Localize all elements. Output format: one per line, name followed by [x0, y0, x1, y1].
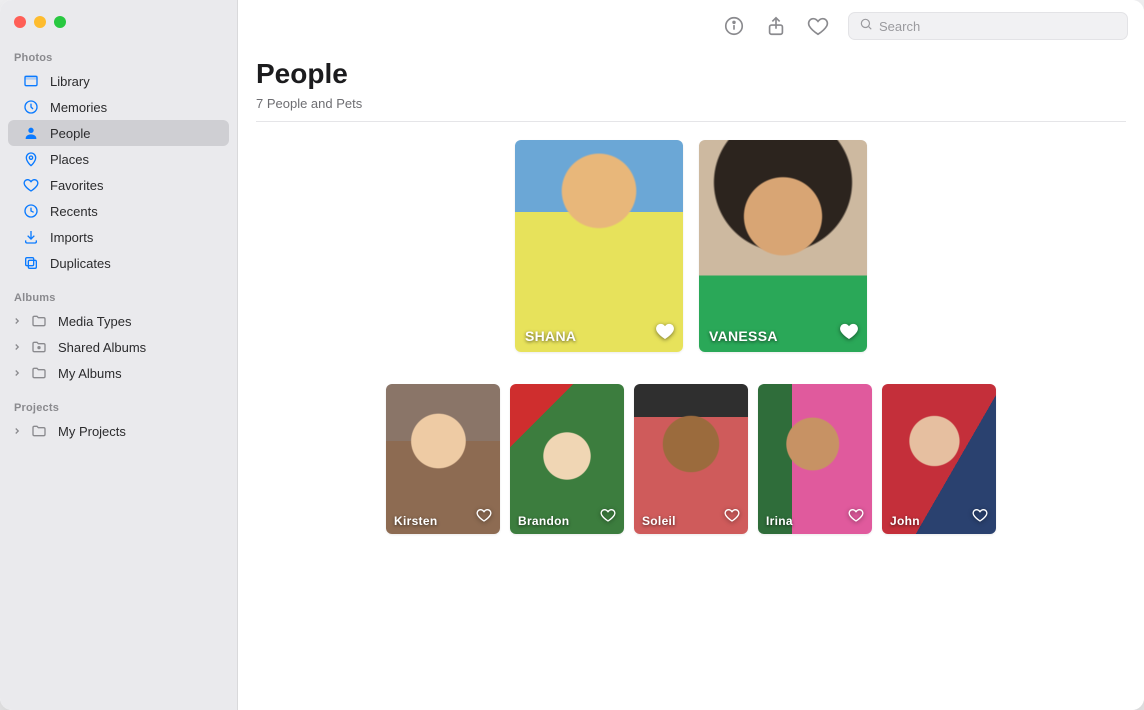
content-area: People 7 People and Pets SHANA VANESSA — [238, 52, 1144, 710]
sidebar-item-recents[interactable]: Recents — [8, 198, 229, 224]
person-card[interactable]: Brandon — [510, 384, 624, 534]
sidebar-item-label: Duplicates — [50, 256, 111, 271]
sidebar-item-duplicates[interactable]: Duplicates — [8, 250, 229, 276]
duplicates-icon — [22, 255, 40, 271]
person-card[interactable]: SHANA — [515, 140, 683, 352]
sidebar-item-imports[interactable]: Imports — [8, 224, 229, 250]
favorite-toggle[interactable] — [848, 507, 864, 528]
chevron-right-icon[interactable] — [12, 424, 22, 439]
favorite-toggle[interactable] — [724, 507, 740, 528]
person-card[interactable]: VANESSA — [699, 140, 867, 352]
person-card[interactable]: Soleil — [634, 384, 748, 534]
sidebar-item-memories[interactable]: Memories — [8, 94, 229, 120]
info-button[interactable] — [722, 14, 746, 38]
favorite-toggle[interactable] — [655, 321, 675, 346]
chevron-right-icon[interactable] — [12, 366, 22, 381]
sidebar-item-label: Favorites — [50, 178, 103, 193]
favorite-toggle[interactable] — [972, 507, 988, 528]
sidebar-item-media-types[interactable]: Media Types — [8, 308, 229, 334]
places-icon — [22, 151, 40, 167]
favorites-icon — [22, 177, 40, 193]
person-name: VANESSA — [709, 328, 778, 344]
person-card[interactable]: Irina — [758, 384, 872, 534]
favorite-toggle[interactable] — [600, 507, 616, 528]
chevron-right-icon[interactable] — [12, 314, 22, 329]
sidebar-item-shared-albums[interactable]: Shared Albums — [8, 334, 229, 360]
person-name: SHANA — [525, 328, 576, 344]
sidebar-item-label: Media Types — [58, 314, 131, 329]
person-name: John — [890, 514, 920, 528]
imports-icon — [22, 229, 40, 245]
person-card[interactable]: John — [882, 384, 996, 534]
recents-icon — [22, 203, 40, 219]
sidebar-item-label: Library — [50, 74, 90, 89]
search-icon — [859, 17, 873, 36]
favorite-button[interactable] — [806, 14, 830, 38]
favorite-toggle[interactable] — [839, 321, 859, 346]
people-row: Kirsten Brandon Soleil — [256, 384, 1126, 534]
sidebar-item-label: Imports — [50, 230, 93, 245]
memories-icon — [22, 99, 40, 115]
zoom-window-button[interactable] — [54, 16, 66, 28]
sidebar-item-my-projects[interactable]: My Projects — [8, 418, 229, 444]
favorites-row: SHANA VANESSA — [256, 140, 1126, 352]
minimize-window-button[interactable] — [34, 16, 46, 28]
folder-icon — [30, 313, 48, 329]
person-card[interactable]: Kirsten — [386, 384, 500, 534]
person-name: Kirsten — [394, 514, 437, 528]
sidebar-item-people[interactable]: People — [8, 120, 229, 146]
chevron-right-icon[interactable] — [12, 340, 22, 355]
folder-icon — [30, 423, 48, 439]
person-name: Soleil — [642, 514, 676, 528]
sidebar-item-library[interactable]: Library — [8, 68, 229, 94]
page-title: People — [256, 58, 1126, 90]
sidebar: Photos Library Memories People Places — [0, 0, 238, 710]
main-content: People 7 People and Pets SHANA VANESSA — [238, 0, 1144, 710]
sidebar-item-my-albums[interactable]: My Albums — [8, 360, 229, 386]
library-icon — [22, 73, 40, 89]
search-field[interactable] — [848, 12, 1128, 40]
toolbar — [238, 0, 1144, 52]
sidebar-section-header: Projects — [0, 396, 237, 418]
sidebar-item-label: Places — [50, 152, 89, 167]
app-window: Photos Library Memories People Places — [0, 0, 1144, 710]
sidebar-item-label: My Albums — [58, 366, 122, 381]
person-name: Irina — [766, 514, 793, 528]
page-subtitle: 7 People and Pets — [256, 96, 1126, 122]
sidebar-item-label: People — [50, 126, 90, 141]
shared-folder-icon — [30, 339, 48, 355]
sidebar-item-places[interactable]: Places — [8, 146, 229, 172]
close-window-button[interactable] — [14, 16, 26, 28]
person-name: Brandon — [518, 514, 569, 528]
sidebar-section-header: Albums — [0, 286, 237, 308]
sidebar-item-label: Memories — [50, 100, 107, 115]
sidebar-item-label: My Projects — [58, 424, 126, 439]
search-input[interactable] — [879, 19, 1117, 34]
sidebar-item-favorites[interactable]: Favorites — [8, 172, 229, 198]
window-controls — [0, 8, 237, 46]
folder-icon — [30, 365, 48, 381]
sidebar-item-label: Shared Albums — [58, 340, 146, 355]
sidebar-item-label: Recents — [50, 204, 98, 219]
favorite-toggle[interactable] — [476, 507, 492, 528]
sidebar-section-header: Photos — [0, 46, 237, 68]
share-button[interactable] — [764, 14, 788, 38]
people-icon — [22, 125, 40, 141]
